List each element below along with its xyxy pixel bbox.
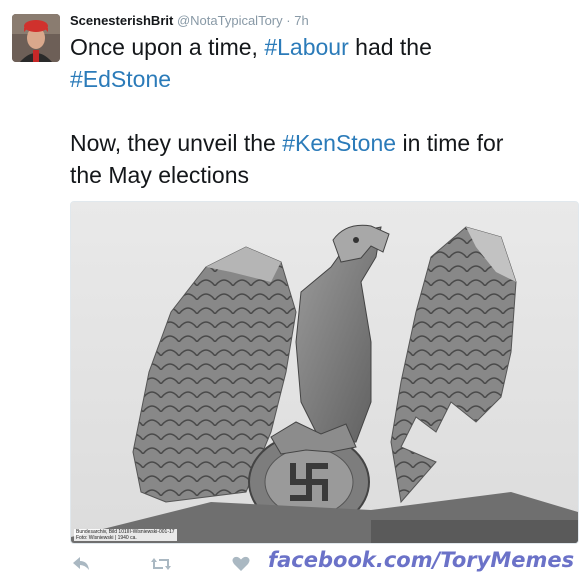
watermark: facebook.com/ToryMemes bbox=[268, 548, 575, 572]
like-icon[interactable] bbox=[230, 554, 252, 574]
timestamp[interactable]: 7h bbox=[294, 13, 308, 28]
hashtag-kenstone[interactable]: #KenStone bbox=[282, 130, 396, 156]
tweet-line-4: the May elections bbox=[70, 162, 249, 188]
photo-caption: Bundesarchiv, Bild 101III-Wisniewski-001… bbox=[74, 529, 177, 541]
tweet: ScenesterishBrit @NotaTypicalTory · 7h O… bbox=[0, 0, 587, 583]
author-name[interactable]: ScenesterishBrit bbox=[70, 13, 173, 28]
text-segment: Once upon a time, bbox=[70, 34, 265, 60]
text-segment: Now, they unveil the bbox=[70, 130, 283, 156]
tweet-photo[interactable]: Bundesarchiv, Bild 101III-Wisniewski-001… bbox=[70, 201, 579, 544]
text-segment: in time for bbox=[396, 130, 504, 156]
tweet-header: ScenesterishBrit @NotaTypicalTory · 7h bbox=[70, 13, 309, 28]
tweet-text: Once upon a time, #Labour had the #EdSto… bbox=[70, 31, 580, 191]
text-segment: had the bbox=[348, 34, 432, 60]
retweet-icon[interactable] bbox=[150, 554, 172, 574]
reply-icon[interactable] bbox=[70, 554, 92, 574]
tweet-line-1: Once upon a time, #Labour had the bbox=[70, 31, 580, 63]
caption-line-2: Foto: Wisniewski | 1940 ca. bbox=[76, 535, 137, 541]
avatar[interactable] bbox=[12, 14, 60, 62]
tweet-line-3: Now, they unveil the #KenStone in time f… bbox=[70, 127, 580, 159]
hashtag-edstone[interactable]: #EdStone bbox=[70, 66, 171, 92]
tweet-line-2: #EdStone bbox=[70, 63, 580, 95]
stone-eagle-sculpture bbox=[71, 202, 578, 543]
separator: · bbox=[286, 13, 291, 28]
hashtag-labour[interactable]: #Labour bbox=[264, 34, 348, 60]
author-handle[interactable]: @NotaTypicalTory bbox=[177, 13, 283, 28]
